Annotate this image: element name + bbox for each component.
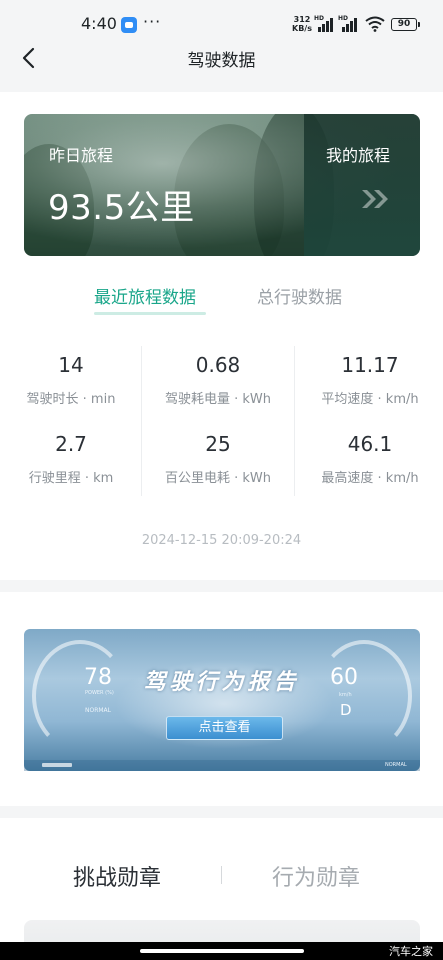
stat-energy-used-label: 驾驶耗电量 · kWh	[164, 392, 272, 407]
battery-icon: 90	[391, 18, 420, 31]
speed-gauge-arc	[316, 640, 412, 752]
home-gesture-handle[interactable]	[140, 949, 304, 953]
signal-icon-sim2: HD	[338, 15, 360, 33]
network-speed-unit: KB/s	[292, 24, 312, 33]
tab-challenge-medals[interactable]: 挑战勋章	[73, 860, 161, 892]
wifi-icon	[365, 16, 385, 32]
stat-avg-speed-value: 11.17	[341, 353, 399, 377]
trip-time-range: 2024-12-15 20:09-20:24	[141, 533, 302, 548]
power-gauge-arc	[32, 640, 128, 752]
stat-consumption-value: 25	[205, 432, 231, 456]
yesterday-trip-distance: 93.5公里	[48, 188, 195, 228]
tab-total-driving-data[interactable]: 总行驶数据	[257, 283, 342, 308]
network-speed: 312 KB/s	[292, 15, 312, 33]
status-time: 4:40	[81, 14, 117, 33]
tab-behavior-medals[interactable]: 行为勋章	[272, 860, 360, 892]
double-chevron-right-icon[interactable]	[360, 188, 392, 210]
network-speed-value: 312	[293, 15, 311, 24]
report-bottom-bar	[24, 760, 420, 771]
stats-divider	[141, 346, 142, 496]
page-title: 驾驶数据	[187, 51, 256, 71]
stats-divider	[294, 346, 295, 496]
nav-bar: 驾驶数据	[0, 40, 443, 76]
sim2-hd-label: HD	[338, 15, 349, 22]
stat-distance-label: 行驶里程 · km	[28, 471, 114, 486]
stat-consumption-label: 百公里电耗 · kWh	[164, 471, 272, 486]
signal-icon-sim1: HD	[314, 15, 336, 33]
stat-energy-used-value: 0.68	[195, 353, 241, 377]
active-tab-indicator	[94, 312, 206, 315]
my-trip-panel[interactable]	[304, 114, 420, 256]
stat-avg-speed-label: 平均速度 · km/h	[321, 392, 419, 407]
yesterday-trip-label: 昨日旅程	[49, 146, 114, 165]
report-speed-unit: km/h	[339, 692, 352, 698]
report-title: 驾驶行为报告	[143, 670, 300, 695]
watermark-text: 汽车之家	[389, 945, 433, 958]
report-mode-left: NORMAL	[85, 707, 112, 714]
status-more-icon: ···	[143, 12, 162, 31]
stat-drive-time-label: 驾驶时长 · min	[26, 392, 116, 407]
stat-drive-time-value: 14	[58, 353, 84, 377]
medal-tab-divider	[221, 866, 222, 884]
report-progress-indicator	[42, 763, 72, 767]
stat-max-speed-label: 最高速度 · km/h	[321, 471, 419, 486]
sim1-hd-label: HD	[314, 15, 325, 22]
view-report-button[interactable]: 点击查看	[166, 716, 283, 740]
tab-recent-trip-data[interactable]: 最近旅程数据	[94, 283, 196, 308]
notification-app-icon	[121, 17, 137, 33]
stat-max-speed-value: 46.1	[347, 432, 393, 456]
stat-distance-value: 2.7	[55, 432, 87, 456]
report-mode-right: NORMAL	[385, 762, 407, 768]
my-trip-link[interactable]: 我的旅程	[326, 142, 390, 166]
report-gear: D	[340, 701, 352, 719]
status-bar: 4:40 ··· 312 KB/s HD HD 90	[0, 0, 443, 40]
report-speed-value: 60	[330, 665, 358, 690]
